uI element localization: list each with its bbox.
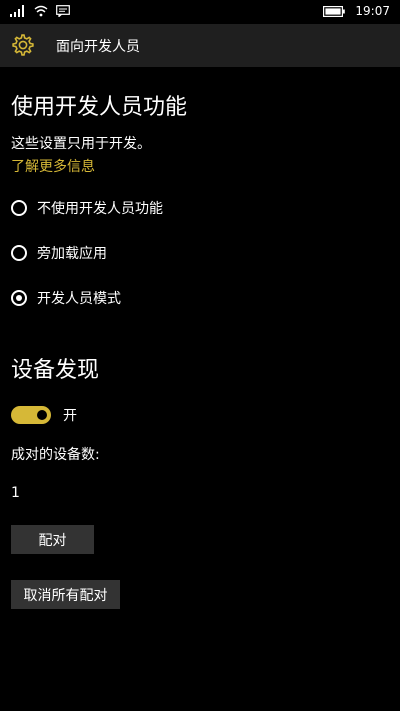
device-discovery-toggle-row: 开 xyxy=(11,405,77,425)
radio-developer-mode[interactable]: 开发人员模式 xyxy=(11,287,121,309)
unpair-all-button[interactable]: 取消所有配对 xyxy=(11,580,120,609)
developer-features-heading: 使用开发人员功能 xyxy=(11,95,188,120)
status-bar: 19:07 xyxy=(0,0,400,24)
radio-label: 开发人员模式 xyxy=(37,291,121,307)
device-discovery-heading: 设备发现 xyxy=(11,358,100,383)
toggle-knob xyxy=(37,410,47,420)
paired-devices-count: 1 xyxy=(11,485,20,501)
gear-icon xyxy=(12,34,34,56)
pair-button[interactable]: 配对 xyxy=(11,525,94,554)
message-icon xyxy=(56,5,70,17)
radio-button[interactable] xyxy=(11,200,27,216)
page-header: 面向开发人员 xyxy=(0,24,400,67)
toggle-state-label: 开 xyxy=(63,408,77,424)
status-bar-left xyxy=(10,5,70,17)
page-title: 面向开发人员 xyxy=(56,39,140,55)
device-discovery-toggle[interactable] xyxy=(11,406,51,424)
battery-icon xyxy=(323,5,346,17)
paired-devices-label: 成对的设备数: xyxy=(11,447,100,463)
radio-label: 旁加载应用 xyxy=(37,246,107,262)
radio-button-selected[interactable] xyxy=(11,290,27,306)
status-bar-right: 19:07 xyxy=(323,4,390,18)
signal-icon xyxy=(10,5,24,17)
radio-no-developer-features[interactable]: 不使用开发人员功能 xyxy=(11,197,163,219)
developer-description: 这些设置只用于开发。 xyxy=(11,136,151,152)
radio-button[interactable] xyxy=(11,245,27,261)
wifi-icon xyxy=(34,5,48,17)
radio-sideload-apps[interactable]: 旁加载应用 xyxy=(11,242,107,264)
radio-label: 不使用开发人员功能 xyxy=(37,201,163,217)
status-time: 19:07 xyxy=(355,4,390,18)
learn-more-link[interactable]: 了解更多信息 xyxy=(11,156,95,176)
